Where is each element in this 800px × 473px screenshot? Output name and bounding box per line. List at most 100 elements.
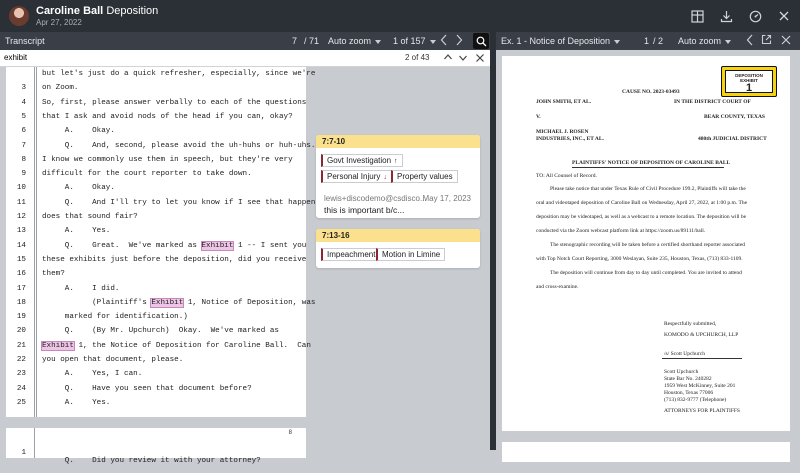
line-text: A. Yes, I can. [42,370,143,379]
line-number: 11 [16,198,26,207]
line-number: 9 [21,170,26,179]
line-text: A. Yes. [42,398,111,407]
note-author: lewis+discodemo@csdisco... [324,194,427,203]
line-number: 16 [16,270,26,279]
zoom-select[interactable]: Auto zoom [328,36,382,46]
body-line: and cross-examine. [536,284,579,290]
issue-tag[interactable]: Impeachment [321,248,381,261]
attorney-name: Scott Upchurch [664,369,699,375]
arrow-up-icon: ↑ [394,158,398,165]
phone: (713) 832-9777 (Telephone) [664,397,727,403]
plaintiff-party: JOHN SMITH, ET AL. [536,99,592,105]
line-number: 13 [16,227,26,236]
line-text: Q. (By Mr. Upchurch) Okay. We've marked … [42,327,279,336]
line-number: 12 [16,213,26,221]
line-text: does that sound fair? [42,213,138,221]
exhibit-page: DEPOSITION EXHIBIT 1 CAUSE NO. 2023-0349… [502,56,790,431]
annotation-card[interactable]: 7:13-16 Impeachment Motion in Limine [316,229,480,268]
issue-tag[interactable]: Property values [391,170,458,183]
line-text: I know we commonly use them in speech, b… [42,155,293,164]
line-text: you open that document, please. [42,356,184,364]
line-text: them? [42,270,65,279]
body-line: The stenographic recording will be taken… [550,242,746,248]
download-icon[interactable] [718,8,734,24]
close-icon[interactable] [776,8,792,24]
line-text: A. I did. [42,284,120,293]
line-number: 14 [16,241,26,250]
line-number: 5 [21,112,26,121]
address-line: Houston, Texas 77006 [664,390,714,396]
chevron-left-icon[interactable] [440,34,448,48]
page-total: / 71 [304,36,320,46]
line-text: that I ask and avoid nods of the head if… [42,112,293,121]
chevron-down-icon[interactable] [458,53,468,65]
range-select[interactable]: 1 of 157 [393,36,436,46]
line-number: 23 [16,370,26,379]
chevron-down-icon [375,39,382,44]
line-number: 15 [16,255,26,264]
exhibit-sticker: DEPOSITION EXHIBIT 1 [721,66,777,97]
close-icon[interactable] [781,35,791,47]
chevron-left-icon[interactable] [746,34,754,48]
annotation-range: 7:7-10 [316,135,480,148]
line-text: these exhibits just before the depositio… [42,255,307,264]
body-line: Please take notice that under Texas Rule… [550,186,746,192]
line-number: 3 [21,84,26,93]
page-number-input[interactable]: 1 [644,36,649,46]
transcript-title: Transcript [5,36,45,46]
firm-name: KOMODO & UPCHURCH, LLP [664,332,739,338]
line-text: on Zoom. [42,84,79,93]
line-text: A. Okay. [42,127,115,136]
zoom-select[interactable]: Auto zoom [678,36,732,46]
body-line: deposition may be videotaped, as well as… [536,214,747,220]
issue-tag[interactable]: Govt Investigation ↑ [321,154,403,167]
chevron-right-icon[interactable] [455,34,463,48]
search-hit[interactable]: Exhibit [150,297,185,308]
line-number: 8 [21,155,26,164]
open-external-icon[interactable] [761,34,772,47]
search-input[interactable] [4,53,364,62]
annotation-card[interactable]: 7:7-10 Govt Investigation ↑ Personal Inju… [316,135,480,218]
margin-rule [34,428,35,458]
line-text: A. Okay. [42,184,115,193]
margin-rule [36,67,37,417]
dashboard-icon[interactable] [747,8,763,24]
bar-number: State Bar No. 240282 [664,376,712,382]
attorney-role: ATTORNEYS FOR PLAINTIFFS [664,408,740,414]
issue-tag[interactable]: Personal Injury ↓ [321,170,392,183]
search-hit[interactable]: Exhibit [200,240,235,251]
chevron-up-icon[interactable] [443,52,453,64]
transcript-line: 1 Q. Did you review it with your attorne… [21,449,261,465]
line-text: So, first, please answer verbally to eac… [42,98,307,107]
arrow-down-icon: ↓ [383,174,387,181]
top-bar: Caroline Ball Deposition Apr 27, 2022 [0,0,800,32]
body-line: conducted via the Zoom webcast platform … [536,228,706,234]
search-hit[interactable]: Exhibit [41,340,75,351]
layout-icon[interactable] [689,8,705,24]
line-number: 18 [16,298,26,307]
document-heading: PLAINTIFFS' NOTICE OF DEPOSITION OF CARO… [572,160,731,166]
line-text: but let's just do a quick refresher, esp… [42,70,316,78]
line-text: difficult for the court reporter to take… [42,170,252,179]
exhibit-page-next [502,442,790,462]
search-icon [476,36,486,46]
exhibit-select[interactable]: Ex. 1 - Notice of Deposition [501,36,621,46]
line-number: 6 [21,127,26,136]
note-date: May 17, 2023 [422,194,471,203]
page-number-input[interactable]: 7 [292,36,297,46]
chevron-down-icon [614,39,621,44]
issue-tag[interactable]: Motion in Limine [376,248,446,261]
search-result-count: 2 of 43 [405,53,430,62]
close-search-icon[interactable] [475,53,485,65]
line-text: Q. Have you seen that document before? [42,384,252,393]
search-button[interactable] [473,33,489,49]
margin-rule [34,67,35,417]
signature-line [662,358,742,359]
line-number: 17 [16,284,26,293]
body-line: The deposition will continue from day to… [550,270,742,276]
line-text: Q. And, second, please avoid the uh-huhs… [42,141,316,150]
line-text: Q. Great. We've marked as Exhibit 1 -- I… [42,240,307,251]
page-total: / 2 [653,36,664,46]
page-title: Caroline Ball Deposition [36,5,159,17]
cause-number: CAUSE NO. 2023-03493 [622,89,680,95]
